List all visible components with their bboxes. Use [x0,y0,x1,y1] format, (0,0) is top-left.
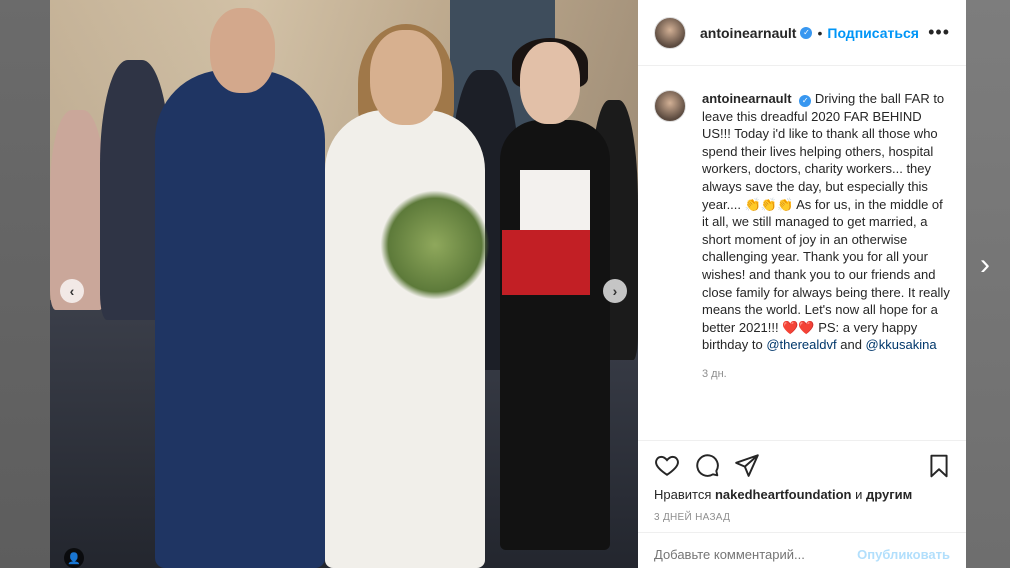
caption-block: antoinearnault ✓ Driving the ball FAR to… [654,90,958,384]
share-icon[interactable] [734,452,760,478]
user-tag-button[interactable]: 👤 [64,548,84,568]
next-post-button[interactable]: › [980,250,990,280]
likes-user-link[interactable]: nakedheartfoundation [715,487,852,502]
comment-icon[interactable] [694,452,720,478]
likes-prefix: Нравится [654,487,715,502]
photo-guest-woman-head [520,42,580,124]
photo-bouquet [380,190,490,300]
likes-suffix: и [851,487,866,502]
photo-bride [325,110,485,568]
user-icon: 👤 [67,552,81,565]
photo-bride-head [370,30,442,125]
verified-badge-icon: ✓ [800,26,813,39]
caption-text: antoinearnault ✓ Driving the ball FAR to… [702,90,950,384]
backdrop-right [966,0,1010,568]
bookmark-icon[interactable] [926,453,952,479]
backdrop-left [0,0,50,568]
heart-icon[interactable] [654,452,680,478]
carousel-prev-button[interactable]: ‹ [60,279,84,303]
more-options-icon[interactable]: ••• [928,22,950,43]
comment-input[interactable] [654,547,858,562]
carousel-next-button[interactable]: › [603,279,627,303]
likes-summary: Нравится nakedheartfoundation и другим [654,487,950,502]
actions-section: Нравится nakedheartfoundation и другим 3… [638,440,966,523]
caption-timestamp[interactable]: 3 дн. [702,366,950,384]
verified-badge-icon: ✓ [799,94,812,107]
avatar[interactable] [654,16,686,49]
caption-conjunction: and [836,337,866,353]
mention-link[interactable]: @kkusakina [866,337,937,352]
photo-guest-woman-top [520,170,590,230]
post-comment-button[interactable]: Опубликовать [857,547,950,562]
photo-guest-woman-skirt [502,230,590,295]
post-photo[interactable]: ‹ › [50,0,638,568]
caption-username[interactable]: antoinearnault [702,91,792,106]
chevron-left-icon: ‹ [69,283,75,299]
photo-groom [155,70,325,568]
header-separator: • [817,24,823,41]
caption-body: Driving the ball FAR to leave this dread… [702,91,950,353]
mention-link[interactable]: @therealdvf [766,337,836,352]
post-side-panel: antoinearnault ✓ • Подписаться ••• antoi… [638,0,966,568]
avatar[interactable] [654,90,686,122]
photo-groom-head [210,8,275,93]
likes-others-link[interactable]: другим [866,487,912,502]
post-header: antoinearnault ✓ • Подписаться ••• [638,0,966,66]
action-icon-row [654,451,950,479]
header-username[interactable]: antoinearnault [700,25,796,41]
comment-bar: Опубликовать [638,532,966,568]
chevron-right-icon: › [612,283,618,299]
post-date[interactable]: 3 ДНЕЙ НАЗАД [654,512,950,523]
follow-button[interactable]: Подписаться [827,25,919,41]
chevron-right-icon: › [980,248,990,281]
